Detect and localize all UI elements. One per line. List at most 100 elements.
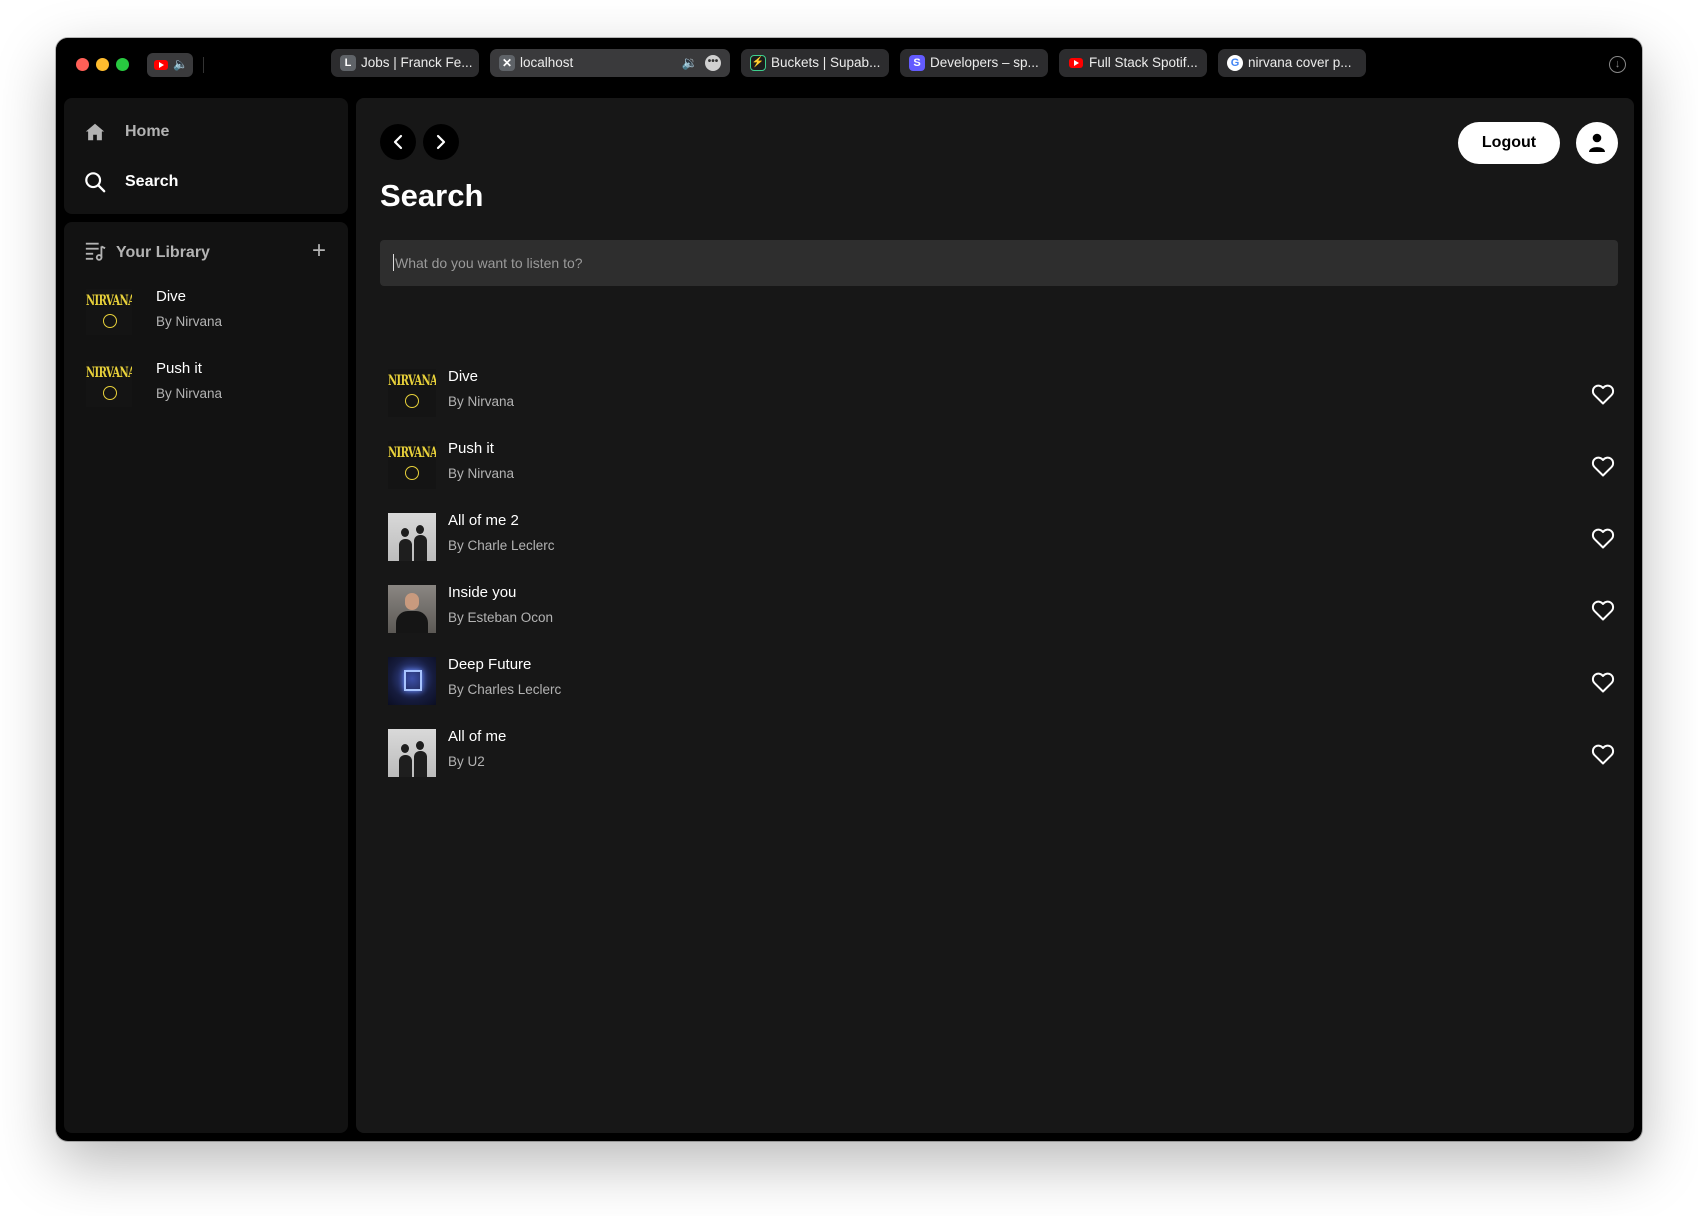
- sidebar-item-home[interactable]: Home: [84, 118, 324, 148]
- heart-icon[interactable]: [1591, 743, 1615, 765]
- heart-icon[interactable]: [1591, 383, 1615, 405]
- browser-window: 🔈 L Jobs | Franck Fe... ✕ localhost 🔉 ••…: [56, 38, 1642, 1141]
- search-icon: [84, 171, 106, 198]
- browser-tab-active[interactable]: ✕ localhost 🔉 •••: [490, 49, 730, 77]
- song-title: Inside you: [448, 584, 517, 601]
- download-icon[interactable]: ↓: [1609, 56, 1626, 73]
- cover-figure: [401, 528, 409, 537]
- song-artist: By Nirvana: [156, 386, 223, 401]
- browser-tab-bar: 🔈 L Jobs | Franck Fe... ✕ localhost 🔉 ••…: [56, 38, 1642, 94]
- youtube-icon: [1068, 55, 1084, 71]
- tab-label: Full Stack Spotif...: [1089, 55, 1198, 70]
- album-cover: [388, 513, 436, 561]
- browser-tab[interactable]: G nirvana cover p...: [1218, 49, 1366, 77]
- browser-tab[interactable]: L Jobs | Franck Fe...: [331, 49, 479, 77]
- speaker-icon[interactable]: 🔉: [682, 49, 698, 77]
- song-artist: By Nirvana: [448, 394, 515, 409]
- tab-label: Developers – sp...: [930, 55, 1039, 70]
- song-artist: By Esteban Ocon: [448, 610, 554, 625]
- album-cover: NIRVANA: [388, 441, 436, 489]
- maximize-window-button[interactable]: [116, 58, 129, 71]
- forward-button[interactable]: [423, 124, 459, 160]
- nirvana-logo: NIRVANA: [388, 445, 436, 462]
- tab-bar-divider: [203, 57, 204, 73]
- library-title[interactable]: Your Library: [116, 244, 210, 262]
- tab-label: Buckets | Supab...: [771, 55, 881, 70]
- library-header: Your Library +: [84, 237, 334, 267]
- song-row[interactable]: All of me By U2: [388, 726, 1626, 784]
- cover-figure: [401, 744, 409, 753]
- album-cover: NIRVANA: [86, 361, 132, 407]
- tab-label: localhost: [520, 55, 574, 70]
- heart-icon[interactable]: [1591, 671, 1615, 693]
- song-row[interactable]: Deep Future By Charles Leclerc: [388, 654, 1626, 712]
- song-title: Dive: [156, 288, 187, 305]
- google-icon: G: [1227, 55, 1243, 71]
- song-artist: By Nirvana: [156, 314, 223, 329]
- cover-figure: [414, 535, 427, 561]
- chevron-right-icon: [436, 134, 446, 150]
- song-artist: By Charle Leclerc: [448, 538, 555, 553]
- home-icon: [84, 121, 106, 148]
- song-title: Deep Future: [448, 656, 532, 673]
- library-item[interactable]: NIRVANA Push it By Nirvana: [82, 357, 332, 413]
- sidebar-library: Your Library + NIRVANA Dive By Nirvana N…: [64, 222, 348, 1133]
- cover-figure: [399, 755, 412, 777]
- stripe-icon: S: [909, 55, 925, 71]
- youtube-icon: [154, 60, 168, 70]
- user-profile-button[interactable]: [1576, 122, 1618, 164]
- speaker-icon: 🔈: [173, 57, 188, 71]
- song-title: All of me: [448, 728, 507, 745]
- cover-figure: [399, 539, 412, 561]
- smiley-icon: [405, 466, 419, 480]
- media-playing-indicator[interactable]: 🔈: [147, 53, 193, 77]
- plus-icon[interactable]: +: [312, 238, 326, 264]
- cover-frame: [404, 670, 422, 691]
- song-artist: By Nirvana: [448, 466, 515, 481]
- song-row[interactable]: NIRVANA Dive By Nirvana: [388, 366, 1626, 424]
- tab-label: nirvana cover p...: [1248, 55, 1352, 70]
- library-icon: [84, 240, 106, 267]
- song-artist: By Charles Leclerc: [448, 682, 562, 697]
- cover-figure: [414, 751, 427, 777]
- search-input[interactable]: [380, 240, 1618, 286]
- x-square-icon: ✕: [499, 55, 515, 71]
- sidebar-item-label: Home: [125, 123, 170, 140]
- song-row[interactable]: Inside you By Esteban Ocon: [388, 582, 1626, 640]
- album-cover: NIRVANA: [86, 289, 132, 335]
- nirvana-logo: NIRVANA: [388, 373, 436, 390]
- sidebar-nav: Home Search: [64, 98, 348, 214]
- supabase-icon: ⚡: [750, 55, 766, 71]
- nirvana-logo: NIRVANA: [86, 293, 132, 310]
- cover-figure: [396, 611, 428, 633]
- album-cover: [388, 657, 436, 705]
- heart-icon[interactable]: [1591, 599, 1615, 621]
- logout-button[interactable]: Logout: [1458, 122, 1560, 164]
- album-cover: [388, 585, 436, 633]
- song-title: Push it: [156, 360, 202, 377]
- song-row[interactable]: All of me 2 By Charle Leclerc: [388, 510, 1626, 568]
- song-title: All of me 2: [448, 512, 519, 529]
- minimize-window-button[interactable]: [96, 58, 109, 71]
- sidebar-item-search[interactable]: Search: [84, 168, 324, 198]
- album-cover: NIRVANA: [388, 369, 436, 417]
- text-caret: [393, 254, 394, 271]
- smiley-icon: [103, 314, 117, 328]
- browser-tab[interactable]: Full Stack Spotif...: [1059, 49, 1207, 77]
- cover-figure: [416, 525, 424, 534]
- browser-tab[interactable]: S Developers – sp...: [900, 49, 1048, 77]
- more-options-icon[interactable]: •••: [705, 55, 721, 71]
- page-title: Search: [380, 178, 484, 213]
- heart-icon[interactable]: [1591, 527, 1615, 549]
- library-item[interactable]: NIRVANA Dive By Nirvana: [82, 285, 332, 341]
- back-button[interactable]: [380, 124, 416, 160]
- close-window-button[interactable]: [76, 58, 89, 71]
- heart-icon[interactable]: [1591, 455, 1615, 477]
- song-row[interactable]: NIRVANA Push it By Nirvana: [388, 438, 1626, 496]
- nirvana-logo: NIRVANA: [86, 365, 132, 382]
- smiley-icon: [405, 394, 419, 408]
- browser-tab[interactable]: ⚡ Buckets | Supab...: [741, 49, 889, 77]
- song-title: Dive: [448, 368, 479, 385]
- main-content: Logout Search NIRVANA Dive By Nirvana NI…: [356, 98, 1634, 1133]
- tab-favicon-icon: L: [340, 55, 356, 71]
